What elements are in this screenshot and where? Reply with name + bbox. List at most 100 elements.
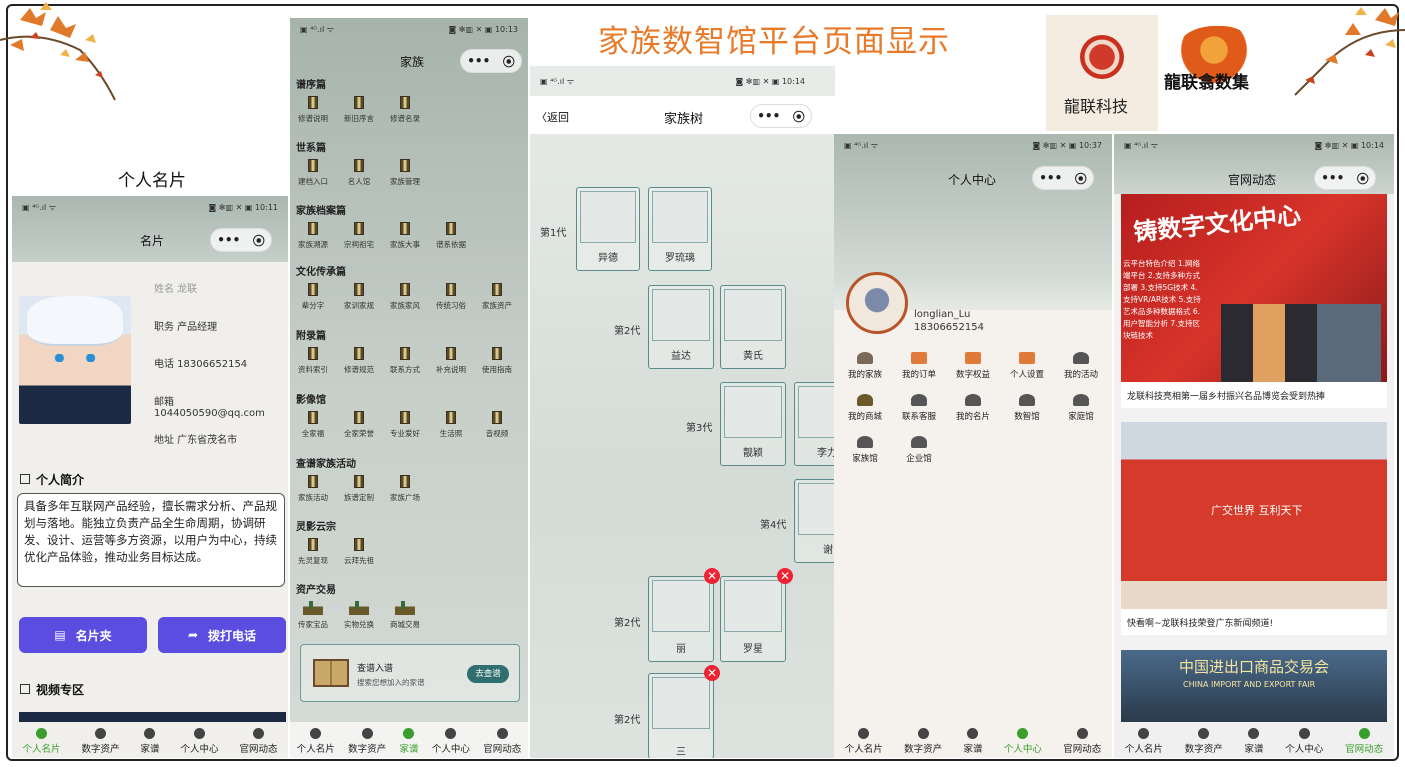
tree-node[interactable]: 丽 bbox=[648, 576, 714, 662]
tab-business-card[interactable]: 个人名片 bbox=[1125, 728, 1163, 755]
search-button[interactable]: 去查谱 bbox=[467, 665, 509, 683]
feature-item[interactable]: 族谱定制 bbox=[336, 475, 382, 503]
tree-node[interactable]: 靓颖 bbox=[720, 382, 786, 466]
tab-news[interactable]: 官网动态 bbox=[1345, 728, 1383, 755]
feature-item[interactable]: 商城交易 bbox=[382, 601, 428, 630]
feature-item[interactable]: 修谱名录 bbox=[382, 96, 428, 124]
tab-digital-assets[interactable]: 数字资产 bbox=[81, 728, 120, 755]
user-center-item[interactable]: 数智馆 bbox=[1000, 394, 1054, 422]
mini-program-capsule[interactable]: ••• ⦿ bbox=[750, 104, 812, 128]
user-center-item[interactable]: 家族馆 bbox=[838, 436, 892, 464]
field-phone[interactable]: 电话 18306652154 bbox=[154, 355, 247, 370]
feature-item[interactable]: 资料索引 bbox=[290, 347, 336, 375]
more-icon[interactable]: ••• bbox=[1321, 171, 1344, 185]
user-center-item[interactable]: 个人设置 bbox=[1000, 352, 1054, 380]
user-center-item[interactable]: 我的名片 bbox=[946, 394, 1000, 422]
feature-item[interactable]: 修谱规范 bbox=[336, 347, 382, 375]
tab-genealogy[interactable]: 家谱 bbox=[140, 728, 160, 755]
feature-item[interactable]: 新旧序言 bbox=[336, 96, 382, 124]
news-caption-2[interactable]: 快看啊~龙联科技荣登广东新闻频道! bbox=[1121, 609, 1387, 635]
tab-business-card[interactable]: 个人名片 bbox=[22, 728, 61, 755]
mini-program-capsule[interactable]: ••• ⦿ bbox=[460, 49, 522, 73]
feature-item[interactable]: 家训家规 bbox=[336, 283, 382, 311]
feature-item[interactable]: 专业爱好 bbox=[382, 411, 428, 439]
tree-node[interactable]: 三 bbox=[648, 673, 714, 758]
more-icon[interactable]: ••• bbox=[217, 233, 240, 247]
tab-digital-assets[interactable]: 数字资产 bbox=[904, 728, 942, 755]
more-icon[interactable]: ••• bbox=[757, 109, 780, 123]
feature-item[interactable]: 全家荣誉 bbox=[336, 411, 382, 439]
user-center-item[interactable]: 联系客服 bbox=[892, 394, 946, 422]
tree-node[interactable]: 黄氏 bbox=[720, 285, 786, 369]
tree-node[interactable]: 罗星 bbox=[720, 576, 786, 662]
feature-item[interactable]: 建档入口 bbox=[290, 159, 336, 187]
user-center-item[interactable]: 我的商城 bbox=[838, 394, 892, 422]
feature-item[interactable]: 使用指南 bbox=[474, 347, 520, 375]
close-circle-icon[interactable]: ⦿ bbox=[503, 53, 515, 70]
tab-business-card[interactable]: 个人名片 bbox=[845, 728, 883, 755]
user-center-item[interactable]: 我的订单 bbox=[892, 352, 946, 380]
feature-item[interactable]: 家族大事 bbox=[382, 222, 428, 250]
search-genealogy-card[interactable]: 查谱入谱 搜索您想加入的家谱 去查谱 bbox=[300, 644, 520, 702]
feature-item[interactable]: 先灵复现 bbox=[290, 538, 336, 566]
tab-digital-assets[interactable]: 数字资产 bbox=[348, 728, 386, 755]
close-circle-icon[interactable]: ⦿ bbox=[1075, 170, 1087, 187]
feature-item[interactable]: 生活照 bbox=[428, 411, 474, 439]
user-center-item[interactable]: 我的家族 bbox=[838, 352, 892, 380]
tab-business-card[interactable]: 个人名片 bbox=[297, 728, 335, 755]
feature-item[interactable]: 实物兑换 bbox=[336, 601, 382, 630]
feature-item[interactable]: 名人馆 bbox=[336, 159, 382, 187]
feature-item[interactable]: 宗祠祖宅 bbox=[336, 222, 382, 250]
news-image-2[interactable]: 广交世界 互利天下 bbox=[1121, 422, 1387, 609]
user-center-item[interactable]: 我的活动 bbox=[1054, 352, 1108, 380]
tab-user-center[interactable]: 个人中心 bbox=[432, 728, 470, 755]
tab-genealogy[interactable]: 家谱 bbox=[963, 728, 982, 755]
tree-node[interactable]: 益达 bbox=[648, 285, 714, 369]
more-icon[interactable]: ••• bbox=[467, 54, 490, 68]
tab-user-center[interactable]: 个人中心 bbox=[1285, 728, 1323, 755]
news-image-1[interactable]: 铸数字文化中心 云平台特色介绍 1.网络端平台 2.支持多种方式部署 3.支持5… bbox=[1121, 194, 1387, 382]
tab-news[interactable]: 官网动态 bbox=[483, 728, 521, 755]
feature-item[interactable]: 修谱说明 bbox=[290, 96, 336, 124]
close-circle-icon[interactable]: ⦿ bbox=[1357, 170, 1369, 187]
tab-news[interactable]: 官网动态 bbox=[1063, 728, 1101, 755]
feature-item[interactable]: 家族广场 bbox=[382, 475, 428, 503]
feature-item[interactable]: 家族活动 bbox=[290, 475, 336, 503]
tab-digital-assets[interactable]: 数字资产 bbox=[1185, 728, 1223, 755]
tree-node[interactable]: 异德 bbox=[576, 187, 640, 271]
user-center-item[interactable]: 家庭馆 bbox=[1054, 394, 1108, 422]
tab-user-center[interactable]: 个人中心 bbox=[180, 728, 219, 755]
tree-node[interactable]: 谢 bbox=[794, 479, 835, 563]
feature-item[interactable]: 联系方式 bbox=[382, 347, 428, 375]
tab-news[interactable]: 官网动态 bbox=[239, 728, 278, 755]
tab-user-center[interactable]: 个人中心 bbox=[1004, 728, 1042, 755]
tree-node[interactable]: 李力 bbox=[794, 382, 835, 466]
user-center-item[interactable]: 数字权益 bbox=[946, 352, 1000, 380]
feature-item[interactable]: 辈分字 bbox=[290, 283, 336, 311]
tab-genealogy[interactable]: 家谱 bbox=[399, 728, 418, 755]
mini-program-capsule[interactable]: ••• ⦿ bbox=[1032, 166, 1094, 190]
mini-program-capsule[interactable]: ••• ⦿ bbox=[1314, 166, 1376, 190]
feature-item[interactable]: 全家福 bbox=[290, 411, 336, 439]
feature-item[interactable]: 家族管理 bbox=[382, 159, 428, 187]
feature-item[interactable]: 传家宝品 bbox=[290, 601, 336, 630]
feature-item[interactable]: 补充说明 bbox=[428, 347, 474, 375]
feature-item[interactable]: 音视频 bbox=[474, 411, 520, 439]
feature-item[interactable]: 传统习俗 bbox=[428, 283, 474, 311]
more-icon[interactable]: ••• bbox=[1039, 171, 1062, 185]
tab-genealogy[interactable]: 家谱 bbox=[1244, 728, 1264, 755]
feature-item[interactable]: 家族家风 bbox=[382, 283, 428, 311]
feature-item[interactable]: 云拜先祖 bbox=[336, 538, 382, 566]
feature-item[interactable]: 谱系依据 bbox=[428, 222, 474, 250]
news-image-3[interactable]: 中国进出口商品交易会 CHINA IMPORT AND EXPORT FAIR bbox=[1121, 650, 1387, 722]
mini-program-capsule[interactable]: ••• ⦿ bbox=[210, 228, 272, 252]
delete-icon[interactable]: ✕ bbox=[704, 665, 720, 681]
user-center-item[interactable]: 企业馆 bbox=[892, 436, 946, 464]
cardholder-button[interactable]: ▤ 名片夹 bbox=[19, 617, 147, 653]
tree-node[interactable]: 罗琉璃 bbox=[648, 187, 712, 271]
news-caption-1[interactable]: 龙联科技亮相第一届乡村振兴名品博览会受到热捧 bbox=[1121, 382, 1387, 408]
back-button[interactable]: 〈返回 bbox=[536, 109, 569, 125]
call-button[interactable]: ➦ 拨打电话 bbox=[158, 617, 286, 653]
close-circle-icon[interactable]: ⦿ bbox=[253, 232, 265, 249]
delete-icon[interactable]: ✕ bbox=[777, 568, 793, 584]
